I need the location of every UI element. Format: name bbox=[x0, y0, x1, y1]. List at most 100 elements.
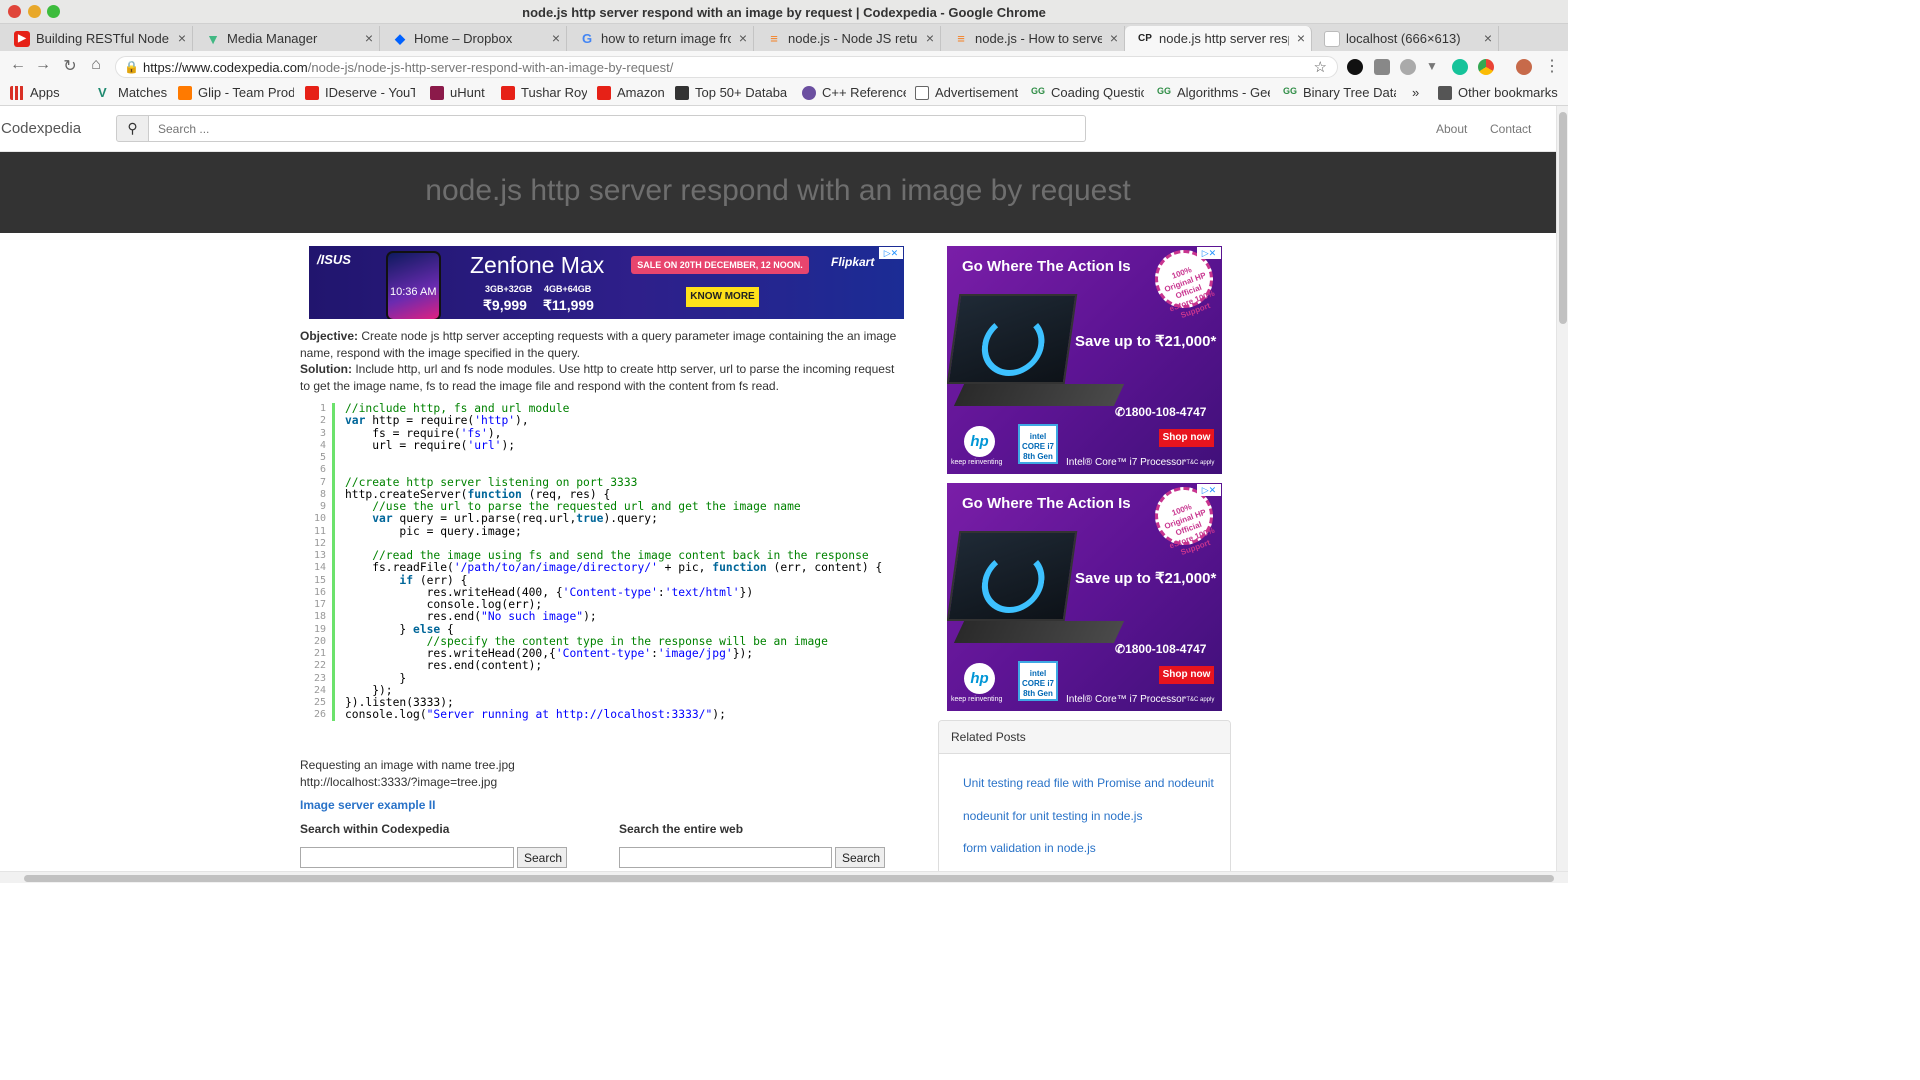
bookmark-star-icon[interactable]: ☆ bbox=[1314, 58, 1327, 76]
horizontal-scrollbar[interactable] bbox=[0, 871, 1568, 883]
reload-icon[interactable]: ↻ bbox=[60, 56, 80, 76]
bookmark-tushar-roy[interactable]: Tushar Roy bbox=[501, 85, 587, 100]
nav-contact-link[interactable]: Contact bbox=[1490, 122, 1531, 136]
line-number: 15 bbox=[313, 574, 326, 586]
ad-offer: Save up to ₹21,000* bbox=[1075, 570, 1217, 587]
bookmark-label: Matches bbox=[118, 85, 168, 100]
close-icon[interactable]: × bbox=[926, 26, 934, 51]
lock-icon[interactable]: 🔒 bbox=[124, 60, 139, 74]
bookmark-label: Coading Questic bbox=[1051, 85, 1144, 100]
banner-ad[interactable]: /ISUS 10:36 AM Zenfone Max 3GB+32GB 4GB+… bbox=[309, 246, 904, 319]
related-post-link[interactable]: form validation in node.js bbox=[963, 841, 1096, 855]
scrollbar-thumb[interactable] bbox=[1559, 112, 1567, 324]
url-path: /node-js/node-js-http-server-respond-wit… bbox=[307, 60, 674, 75]
tab-codexpedia-active[interactable]: CP node.js http server resp × bbox=[1125, 26, 1312, 51]
bookmark-glip[interactable]: Glip - Team Prod bbox=[178, 85, 294, 100]
close-icon[interactable]: × bbox=[365, 26, 373, 51]
shield-icon[interactable] bbox=[1374, 59, 1390, 75]
bookmark-label: Tushar Roy bbox=[521, 85, 587, 100]
vue-devtools-icon[interactable]: ▼ bbox=[1426, 59, 1442, 75]
ad-shop-now-button[interactable]: Shop now bbox=[1159, 666, 1214, 684]
code-text: res.end(content); bbox=[345, 659, 543, 673]
address-bar[interactable]: 🔒 https://www.codexpedia.com/node-js/nod… bbox=[115, 56, 1338, 78]
close-icon[interactable]: × bbox=[552, 26, 560, 51]
bookmark-label: Algorithms - Gee bbox=[1177, 85, 1270, 100]
bookmark-amazon[interactable]: Amazon bbox=[597, 85, 667, 100]
bookmark-apps[interactable]: Apps bbox=[10, 85, 65, 100]
bookmark-advertisement[interactable]: Advertisement bbox=[915, 85, 1021, 100]
code-line: 3 fs = require('fs'), bbox=[304, 427, 904, 440]
bookmark-cpp-reference[interactable]: C++ Reference bbox=[802, 85, 906, 100]
tab-localhost[interactable]: localhost (666×613) × bbox=[1312, 26, 1499, 51]
ad-phone-number: ✆1800-108-4747 bbox=[1115, 642, 1206, 656]
adchoices-icon[interactable]: ▷✕ bbox=[879, 247, 903, 259]
phone-icon: ✆ bbox=[1115, 642, 1126, 656]
related-post-link[interactable]: Unit testing read file with Promise and … bbox=[963, 776, 1214, 790]
bookmark-ideserve[interactable]: IDeserve - YouTu bbox=[305, 85, 415, 100]
tab-stackoverflow-2[interactable]: ≡ node.js - How to serve a × bbox=[941, 26, 1125, 51]
code-line: 11 pic = query.image; bbox=[304, 525, 904, 538]
search-input[interactable] bbox=[149, 115, 1086, 142]
bookmark-binary-tree[interactable]: GG Binary Tree Data bbox=[1283, 85, 1396, 100]
line-number: 2 bbox=[319, 415, 326, 427]
site-brand[interactable]: Codexpedia bbox=[1, 120, 81, 137]
dropbox-icon: ◆ bbox=[395, 31, 405, 46]
related-post-link[interactable]: nodeunit for unit testing in node.js bbox=[963, 809, 1142, 823]
close-icon[interactable]: × bbox=[1297, 26, 1305, 51]
bookmarks-overflow-button[interactable]: » bbox=[1412, 85, 1419, 100]
adchoices-icon[interactable]: ▷✕ bbox=[1197, 484, 1221, 496]
cloud-icon[interactable] bbox=[1400, 59, 1416, 75]
ad-phone-time: 10:36 AM bbox=[390, 286, 437, 298]
close-icon[interactable]: × bbox=[1110, 26, 1118, 51]
next-post-link[interactable]: Image server example II bbox=[300, 798, 435, 812]
address-url[interactable]: https://www.codexpedia.com/node-js/node-… bbox=[143, 60, 673, 75]
close-icon[interactable]: × bbox=[739, 26, 747, 51]
back-arrow-icon[interactable]: ← bbox=[8, 56, 28, 74]
menu-icon[interactable]: ⋮ bbox=[1542, 56, 1562, 76]
ad-shop-now-button[interactable]: Shop now bbox=[1159, 429, 1214, 447]
tab-building-restful[interactable]: ▶ Building RESTful Node.js × bbox=[2, 26, 193, 51]
bookmark-algorithms[interactable]: GG Algorithms - Gee bbox=[1157, 85, 1270, 100]
close-icon[interactable]: × bbox=[1484, 26, 1492, 51]
hp-logo: hp bbox=[964, 663, 995, 694]
ad-know-more-button[interactable]: KNOW MORE bbox=[686, 287, 759, 307]
extension-icon[interactable] bbox=[1347, 59, 1363, 75]
search-icon[interactable]: ⚲ bbox=[116, 115, 149, 142]
bookmark-coading-questions[interactable]: GG Coading Questic bbox=[1031, 85, 1144, 100]
search-web-button[interactable]: Search bbox=[835, 847, 885, 868]
chrome-icon[interactable] bbox=[1478, 59, 1494, 75]
search-site-button[interactable]: Search bbox=[517, 847, 567, 868]
ad-phone-text: 1800-108-4747 bbox=[1125, 405, 1207, 419]
scrollbar-thumb[interactable] bbox=[24, 875, 1554, 882]
sidebar-ad[interactable]: Go Where The Action Is 100% Original HP … bbox=[947, 246, 1222, 474]
search-site-input[interactable] bbox=[300, 847, 514, 868]
apps-grid-icon bbox=[10, 86, 24, 100]
tab-stackoverflow-1[interactable]: ≡ node.js - Node JS return × bbox=[754, 26, 941, 51]
tab-google-search[interactable]: G how to return image fro × bbox=[567, 26, 754, 51]
nav-about-link[interactable]: About bbox=[1436, 122, 1467, 136]
bookmark-uhunt[interactable]: uHunt bbox=[430, 85, 492, 100]
other-bookmarks[interactable]: Other bookmarks bbox=[1438, 85, 1563, 100]
gfg-icon: GG bbox=[1031, 86, 1046, 96]
code-text: res.end("No such image"); bbox=[345, 610, 597, 624]
vertical-scrollbar[interactable] bbox=[1556, 106, 1568, 871]
sidebar-ad[interactable]: Go Where The Action Is 100% Original HP … bbox=[947, 483, 1222, 711]
grammarly-icon[interactable] bbox=[1452, 59, 1468, 75]
web-page: Codexpedia ⚲ About Contact node.js http … bbox=[0, 106, 1556, 871]
tab-dropbox[interactable]: ◆ Home – Dropbox × bbox=[380, 26, 567, 51]
request-url: http://localhost:3333/?image=tree.jpg bbox=[300, 774, 498, 789]
search-web-input[interactable] bbox=[619, 847, 832, 868]
ad-sale-banner: SALE ON 20TH DECEMBER, 12 NOON. bbox=[631, 256, 809, 274]
forward-arrow-icon[interactable]: → bbox=[33, 56, 53, 74]
tab-label: node.js http server resp bbox=[1159, 31, 1289, 46]
bookmark-top50[interactable]: Top 50+ Databas bbox=[675, 85, 787, 100]
adchoices-icon[interactable]: ▷✕ bbox=[1197, 247, 1221, 259]
code-line: 18 res.end("No such image"); bbox=[304, 610, 904, 624]
avatar[interactable] bbox=[1516, 59, 1532, 75]
bookmark-matches[interactable]: V Matches bbox=[98, 85, 170, 100]
ad-headline: Go Where The Action Is bbox=[962, 495, 1131, 512]
close-icon[interactable]: × bbox=[178, 26, 186, 51]
tab-label: Building RESTful Node.js bbox=[36, 31, 170, 46]
tab-media-manager[interactable]: ▼ Media Manager × bbox=[193, 26, 380, 51]
home-icon[interactable]: ⌂ bbox=[86, 56, 106, 74]
